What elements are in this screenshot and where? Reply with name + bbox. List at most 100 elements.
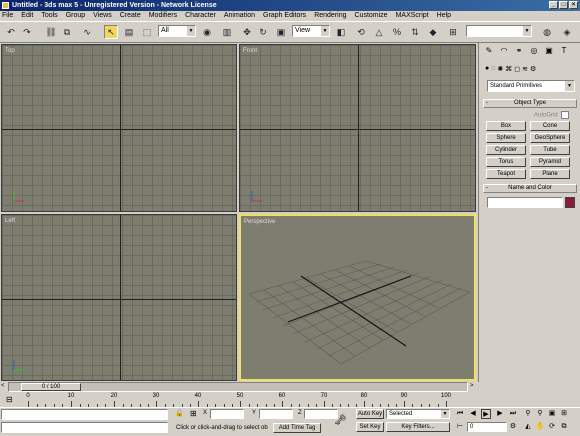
select-manipulate-icon[interactable]: ⟲ xyxy=(354,25,368,39)
bind-space-warp-icon[interactable]: ∿ xyxy=(80,25,94,39)
torus-button[interactable]: Torus xyxy=(486,157,526,167)
align-icon[interactable]: ⊞ xyxy=(446,25,460,39)
zoom-extents-all-icon[interactable]: ⊞ xyxy=(559,409,569,419)
utilities-tab-icon[interactable]: T xyxy=(558,45,570,57)
move-icon[interactable]: ✥ xyxy=(240,25,254,39)
maximize-viewport-icon[interactable]: ⧉ xyxy=(559,422,569,432)
systems-icon[interactable]: ⚙ xyxy=(530,65,536,73)
tube-button[interactable]: Tube xyxy=(530,145,570,155)
menu-customize[interactable]: Customize xyxy=(355,11,388,21)
window-crossing-icon[interactable]: ▥ xyxy=(220,25,234,39)
sphere-button[interactable]: Sphere xyxy=(486,133,526,143)
time-configuration-icon[interactable]: ⚙ xyxy=(508,422,518,432)
pivot-center-icon[interactable]: ◧ xyxy=(334,25,348,39)
viewport-left[interactable]: Left xyxy=(1,214,237,381)
mini-curve-editor-icon[interactable]: ⊟ xyxy=(6,395,13,404)
teapot-button[interactable]: Teapot xyxy=(486,169,526,179)
space-warps-icon[interactable]: ≋ xyxy=(522,65,528,73)
box-button[interactable]: Box xyxy=(486,121,526,131)
object-name-field[interactable] xyxy=(487,197,563,208)
arc-rotate-icon[interactable]: ⟳ xyxy=(547,422,557,432)
menu-file[interactable]: File xyxy=(2,11,13,21)
scale-icon[interactable]: ▣ xyxy=(274,25,288,39)
menu-group[interactable]: Group xyxy=(66,11,85,21)
select-object-icon[interactable]: ↖ xyxy=(104,25,118,39)
lock-selection-icon[interactable]: 🔒 xyxy=(175,409,184,417)
pan-icon[interactable]: ✋ xyxy=(535,422,545,432)
field-of-view-icon[interactable]: ◭ xyxy=(523,422,533,432)
menu-create[interactable]: Create xyxy=(120,11,141,21)
object-type-rollout[interactable]: - Object Type xyxy=(483,99,577,108)
helpers-icon[interactable]: ◻ xyxy=(514,65,520,73)
menu-rendering[interactable]: Rendering xyxy=(314,11,346,21)
set-key-icon[interactable]: 🗝 xyxy=(334,415,347,426)
menu-tools[interactable]: Tools xyxy=(41,11,57,21)
region-select-icon[interactable]: ⬚ xyxy=(140,25,154,39)
selection-filter-dropdown[interactable]: All ▼ xyxy=(158,25,196,37)
play-icon[interactable]: ▶ xyxy=(481,409,491,419)
lights-icon[interactable]: ✺ xyxy=(497,65,503,73)
time-slider-track[interactable]: 0 / 100 xyxy=(8,382,468,392)
autogrid-checkbox[interactable]: AutoGrid xyxy=(534,111,569,119)
spinner-snap-icon[interactable]: ⇅ xyxy=(408,25,422,39)
time-slider-prev-button[interactable]: < xyxy=(1,383,5,389)
time-slider-thumb[interactable]: 0 / 100 xyxy=(21,383,81,391)
auto-key-button[interactable]: Auto Key xyxy=(356,409,384,419)
select-by-name-icon[interactable]: ▤ xyxy=(122,25,136,39)
name-and-color-rollout[interactable]: - Name and Color xyxy=(483,184,577,193)
key-mode-toggle-icon[interactable]: ⊢ xyxy=(455,422,465,432)
unlink-icon[interactable]: ⧉ xyxy=(60,25,74,39)
angle-snap-icon[interactable]: △ xyxy=(372,25,386,39)
redo-icon[interactable]: ↷ xyxy=(20,25,34,39)
time-slider-next-button[interactable]: > xyxy=(470,383,474,389)
zoom-icon[interactable]: ⚲ xyxy=(523,409,533,419)
cylinder-button[interactable]: Cylinder xyxy=(486,145,526,155)
menu-edit[interactable]: Edit xyxy=(21,11,33,21)
z-coordinate-field[interactable] xyxy=(304,409,338,419)
undo-icon[interactable]: ↶ xyxy=(4,25,18,39)
hierarchy-tab-icon[interactable]: ⚭ xyxy=(513,45,525,57)
minimize-button[interactable]: _ xyxy=(549,1,558,9)
rotate-icon[interactable]: ↻ xyxy=(256,25,270,39)
create-tab-icon[interactable]: ✎ xyxy=(483,45,495,57)
primitive-category-dropdown[interactable]: Standard Primitives ▼ xyxy=(487,80,575,92)
menu-modifiers[interactable]: Modifiers xyxy=(149,11,177,21)
geometry-icon[interactable]: ● xyxy=(485,65,489,73)
mirror-icon[interactable]: ◆ xyxy=(426,25,440,39)
track-bar[interactable]: ⊟ 0 10 20 30 40 50 60 70 80 90 100 xyxy=(0,393,478,407)
plane-button[interactable]: Plane xyxy=(530,169,570,179)
viewport-front[interactable]: Front xyxy=(239,44,476,212)
motion-tab-icon[interactable]: ◎ xyxy=(528,45,540,57)
maxscript-listener-field[interactable] xyxy=(1,409,168,420)
menu-help[interactable]: Help xyxy=(437,11,451,21)
link-icon[interactable]: ⛓ xyxy=(44,25,58,39)
shapes-icon[interactable]: ◌ xyxy=(491,65,495,73)
maxscript-output-field[interactable] xyxy=(1,422,168,433)
next-frame-icon[interactable]: ▶ xyxy=(495,409,505,419)
viewport-perspective[interactable]: Perspective xyxy=(239,214,476,381)
add-time-tag-button[interactable]: Add Time Tag xyxy=(273,423,321,433)
viewport-top[interactable]: Top xyxy=(1,44,237,212)
reference-coordinate-dropdown[interactable]: View ▼ xyxy=(292,25,330,37)
x-coordinate-field[interactable] xyxy=(210,409,244,419)
pyramid-button[interactable]: Pyramid xyxy=(530,157,570,167)
zoom-extents-icon[interactable]: ▣ xyxy=(547,409,557,419)
current-frame-field[interactable]: 0 xyxy=(467,422,507,432)
menu-views[interactable]: Views xyxy=(93,11,112,21)
menu-character[interactable]: Character xyxy=(185,11,216,21)
geosphere-button[interactable]: GeoSphere xyxy=(530,133,570,143)
display-tab-icon[interactable]: ▣ xyxy=(543,45,555,57)
render-icon[interactable]: ◈ xyxy=(560,25,574,39)
key-filters-button[interactable]: Key Filters... xyxy=(386,422,450,432)
cameras-icon[interactable]: ⌘ xyxy=(505,65,512,73)
go-to-end-icon[interactable]: ⏭ xyxy=(508,409,518,419)
set-key-button[interactable]: Set Key xyxy=(356,422,384,432)
close-button[interactable]: × xyxy=(569,1,578,9)
percent-snap-icon[interactable]: % xyxy=(390,25,404,39)
previous-frame-icon[interactable]: ◀ xyxy=(468,409,478,419)
absolute-mode-icon[interactable]: ⊞ xyxy=(190,409,197,418)
named-selection-sets-field[interactable]: ▼ xyxy=(466,25,532,37)
select-and-manipulate-icon[interactable]: ◉ xyxy=(200,25,214,39)
modify-tab-icon[interactable]: ◠ xyxy=(498,45,510,57)
material-editor-icon[interactable]: ◍ xyxy=(540,25,554,39)
